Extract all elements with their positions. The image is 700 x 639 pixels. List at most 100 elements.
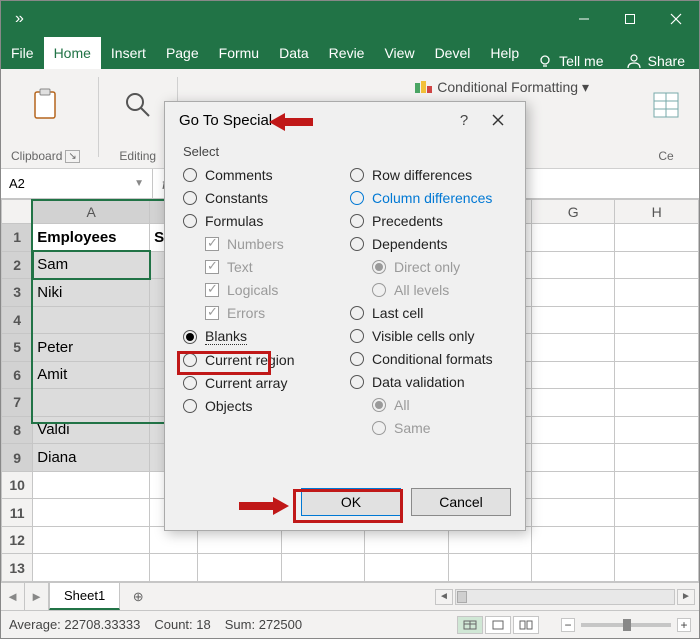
- tell-me[interactable]: Tell me: [537, 53, 603, 69]
- view-pagelayout-button[interactable]: [485, 616, 511, 634]
- cell[interactable]: [33, 499, 150, 527]
- cell[interactable]: [615, 279, 699, 307]
- tab-review[interactable]: Revie: [319, 37, 375, 69]
- cell[interactable]: [615, 444, 699, 472]
- radio-dependents[interactable]: Dependents: [350, 236, 507, 252]
- cell[interactable]: Peter: [33, 334, 150, 362]
- cell[interactable]: [281, 554, 364, 582]
- row-header-12[interactable]: 12: [2, 526, 33, 554]
- tab-view[interactable]: View: [374, 37, 424, 69]
- zoom-out-button[interactable]: −: [561, 618, 575, 632]
- tab-developer[interactable]: Devel: [425, 37, 481, 69]
- row-header-4[interactable]: 4: [2, 306, 33, 334]
- chevron-down-icon[interactable]: ▼: [134, 178, 144, 189]
- row-header-7[interactable]: 7: [2, 389, 33, 417]
- close-window-button[interactable]: [653, 1, 699, 37]
- cell[interactable]: [33, 554, 150, 582]
- row-header-3[interactable]: 3: [2, 279, 33, 307]
- cell[interactable]: Sam: [33, 251, 150, 279]
- zoom-slider[interactable]: [581, 623, 671, 627]
- cell[interactable]: [33, 471, 150, 499]
- name-box[interactable]: A2 ▼: [1, 169, 153, 198]
- add-sheet-button[interactable]: ⊕: [120, 583, 156, 610]
- cell[interactable]: [615, 471, 699, 499]
- cell[interactable]: [532, 334, 615, 362]
- cell[interactable]: [532, 526, 615, 554]
- cell[interactable]: [365, 554, 448, 582]
- minimize-button[interactable]: [561, 1, 607, 37]
- cell[interactable]: [532, 224, 615, 252]
- radio-blanks[interactable]: Blanks: [183, 328, 340, 345]
- radio-constants[interactable]: Constants: [183, 190, 340, 206]
- radio-current-array[interactable]: Current array: [183, 375, 340, 391]
- row-header-11[interactable]: 11: [2, 499, 33, 527]
- radio-visible-cells[interactable]: Visible cells only: [350, 328, 507, 344]
- radio-conditional-formats[interactable]: Conditional formats: [350, 351, 507, 367]
- scroll-right-button[interactable]: ►: [677, 589, 695, 605]
- row-header-9[interactable]: 9: [2, 444, 33, 472]
- cell[interactable]: Diana: [33, 444, 150, 472]
- cell[interactable]: [33, 526, 150, 554]
- col-header-H[interactable]: H: [615, 200, 699, 224]
- row-header-10[interactable]: 10: [2, 471, 33, 499]
- cell[interactable]: Employees: [33, 224, 150, 252]
- help-button[interactable]: ?: [447, 106, 481, 134]
- select-all-cell[interactable]: [2, 200, 33, 224]
- cell[interactable]: Valdi: [33, 416, 150, 444]
- radio-data-validation[interactable]: Data validation: [350, 374, 507, 390]
- cell[interactable]: [615, 554, 699, 582]
- radio-precedents[interactable]: Precedents: [350, 213, 507, 229]
- conditional-formatting-button[interactable]: Conditional Formatting ▾: [415, 79, 589, 96]
- cell[interactable]: [198, 554, 281, 582]
- find-select-button[interactable]: [117, 84, 159, 126]
- cell[interactable]: [532, 444, 615, 472]
- sheet-nav-next[interactable]: ►: [25, 583, 49, 610]
- cell[interactable]: [615, 251, 699, 279]
- cell[interactable]: [615, 499, 699, 527]
- row-header-1[interactable]: 1: [2, 224, 33, 252]
- radio-column-differences[interactable]: Column differences: [350, 190, 507, 206]
- close-button[interactable]: [481, 106, 515, 134]
- cell[interactable]: [532, 389, 615, 417]
- cell[interactable]: [532, 361, 615, 389]
- tab-help[interactable]: Help: [480, 37, 529, 69]
- tab-formulas[interactable]: Formu: [209, 37, 269, 69]
- cell[interactable]: Niki: [33, 279, 150, 307]
- radio-comments[interactable]: Comments: [183, 167, 340, 183]
- horizontal-scrollbar[interactable]: ◄ ►: [156, 583, 699, 610]
- cancel-button[interactable]: Cancel: [411, 488, 511, 516]
- cell[interactable]: [615, 334, 699, 362]
- maximize-button[interactable]: [607, 1, 653, 37]
- tab-page[interactable]: Page: [156, 37, 209, 69]
- view-normal-button[interactable]: [457, 616, 483, 634]
- cell[interactable]: [532, 306, 615, 334]
- row-header-8[interactable]: 8: [2, 416, 33, 444]
- dialog-titlebar[interactable]: Go To Special ?: [165, 102, 525, 138]
- cell[interactable]: [448, 554, 531, 582]
- cell[interactable]: [532, 279, 615, 307]
- cells-button[interactable]: [645, 84, 687, 126]
- cell[interactable]: [532, 416, 615, 444]
- view-pagebreak-button[interactable]: [513, 616, 539, 634]
- radio-formulas[interactable]: Formulas: [183, 213, 340, 229]
- tab-home[interactable]: Home: [44, 37, 101, 69]
- cell[interactable]: [615, 389, 699, 417]
- sheet-nav-prev[interactable]: ◄: [1, 583, 25, 610]
- hscroll-thumb[interactable]: [457, 591, 467, 603]
- row-header-5[interactable]: 5: [2, 334, 33, 362]
- tab-data[interactable]: Data: [269, 37, 319, 69]
- cell[interactable]: [615, 361, 699, 389]
- col-header-G[interactable]: G: [532, 200, 615, 224]
- tab-file[interactable]: File: [1, 37, 44, 69]
- cell[interactable]: [615, 224, 699, 252]
- cell[interactable]: [615, 306, 699, 334]
- cell[interactable]: [615, 526, 699, 554]
- radio-current-region[interactable]: Current region: [183, 352, 340, 368]
- row-header-6[interactable]: 6: [2, 361, 33, 389]
- radio-row-differences[interactable]: Row differences: [350, 167, 507, 183]
- row-header-13[interactable]: 13: [2, 554, 33, 582]
- cell[interactable]: [532, 554, 615, 582]
- cell[interactable]: [33, 306, 150, 334]
- radio-objects[interactable]: Objects: [183, 398, 340, 414]
- cell[interactable]: [33, 389, 150, 417]
